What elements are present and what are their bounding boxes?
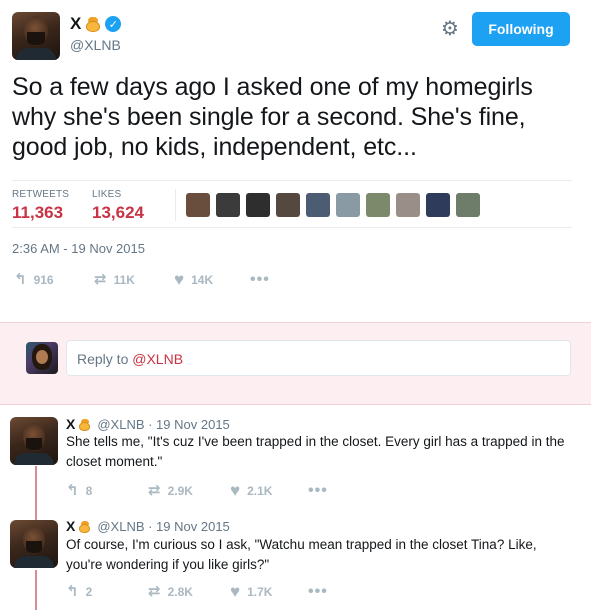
- tweet-stats: RETWEETS 11,363 LIKES 13,624: [12, 180, 572, 228]
- reply-composer: Reply to @XLNB: [0, 322, 591, 405]
- retweet-count: 11K: [113, 273, 135, 287]
- reply-icon: ↰: [14, 271, 27, 288]
- reply-meta[interactable]: @XLNB · 19 Nov 2015: [97, 417, 229, 432]
- author-avatar[interactable]: [12, 12, 60, 60]
- verified-badge-icon: ✓: [105, 16, 122, 32]
- likes-label: LIKES: [92, 189, 122, 200]
- tweet-timestamp[interactable]: 2:36 AM - 19 Nov 2015: [12, 241, 145, 256]
- reply-icon: ↰: [66, 482, 79, 499]
- like-count: 2.1K: [247, 484, 273, 498]
- liker-avatar[interactable]: [306, 193, 330, 217]
- reply-author-avatar[interactable]: [10, 417, 58, 465]
- more-icon: •••: [250, 271, 270, 288]
- like-action[interactable]: ♥ 2.1K: [230, 481, 273, 500]
- liker-avatar[interactable]: [246, 193, 270, 217]
- reply-input[interactable]: Reply to @XLNB: [66, 340, 571, 376]
- author-name-line: X ✓: [70, 14, 122, 34]
- more-icon: •••: [308, 583, 328, 600]
- heart-icon: ♥: [174, 270, 185, 289]
- liker-avatar[interactable]: [366, 193, 390, 217]
- current-user-avatar: [26, 342, 58, 374]
- reply-author-name[interactable]: X: [66, 416, 75, 432]
- gear-icon[interactable]: ⚙: [441, 19, 459, 39]
- reply-header: X @XLNB · 19 Nov 2015: [66, 416, 230, 432]
- retweet-icon: ⇄: [148, 482, 161, 499]
- more-action[interactable]: •••: [308, 584, 328, 600]
- honey-pot-emoji-icon: [78, 520, 91, 533]
- retweet-icon: ⇄: [148, 583, 161, 600]
- reply-header: X @XLNB · 19 Nov 2015: [66, 518, 230, 534]
- main-retweet-action[interactable]: ⇄ 11K: [94, 272, 135, 288]
- liker-avatars: [186, 193, 480, 217]
- retweet-action[interactable]: ⇄ 2.8K: [148, 584, 193, 600]
- retweet-icon: ⇄: [94, 271, 107, 288]
- retweet-count: 2.9K: [167, 484, 193, 498]
- retweets-stat[interactable]: RETWEETS 11,363: [12, 189, 69, 223]
- main-more-action[interactable]: •••: [250, 272, 270, 288]
- reply-mention: @XLNB: [132, 351, 184, 367]
- liker-avatar[interactable]: [186, 193, 210, 217]
- reply-text: She tells me, "It's cuz I've been trappe…: [66, 434, 565, 469]
- retweets-label: RETWEETS: [12, 189, 70, 200]
- liker-avatar[interactable]: [216, 193, 240, 217]
- tweet-text: So a few days ago I asked one of my home…: [12, 73, 533, 161]
- retweet-count: 2.8K: [167, 585, 193, 599]
- like-count: 14K: [191, 273, 214, 287]
- like-count: 1.7K: [247, 585, 273, 599]
- retweets-count: 11,363: [12, 203, 64, 222]
- reply-author-avatar[interactable]: [10, 520, 58, 568]
- likes-count: 13,624: [92, 203, 144, 222]
- reply-icon: ↰: [66, 583, 79, 600]
- likes-stat[interactable]: LIKES 13,624: [92, 189, 144, 223]
- reply-tweet[interactable]: X @XLNB · 19 Nov 2015 She tells me, "It'…: [0, 405, 591, 508]
- reply-author-name[interactable]: X: [66, 518, 75, 534]
- reply-count: 8: [85, 484, 93, 498]
- more-icon: •••: [308, 482, 328, 499]
- like-action[interactable]: ♥ 1.7K: [230, 582, 273, 601]
- reply-count: 916: [33, 273, 54, 287]
- main-like-action[interactable]: ♥ 14K: [174, 270, 214, 289]
- author-handle[interactable]: @XLNB: [70, 37, 121, 53]
- reply-meta[interactable]: @XLNB · 19 Nov 2015: [97, 519, 229, 534]
- liker-avatar[interactable]: [276, 193, 300, 217]
- liker-avatar[interactable]: [426, 193, 450, 217]
- heart-icon: ♥: [230, 481, 241, 500]
- reply-text: Of course, I'm curious so I ask, "Watchu…: [66, 537, 537, 572]
- honey-pot-emoji-icon: [78, 418, 91, 431]
- heart-icon: ♥: [230, 582, 241, 601]
- stats-divider: [175, 189, 176, 221]
- following-button[interactable]: Following: [472, 12, 570, 46]
- reply-action[interactable]: ↰ 8: [66, 483, 92, 499]
- reply-count: 2: [85, 585, 93, 599]
- liker-avatar[interactable]: [396, 193, 420, 217]
- liker-avatar[interactable]: [456, 193, 480, 217]
- author-name[interactable]: X: [70, 14, 81, 34]
- more-action[interactable]: •••: [308, 483, 328, 499]
- reply-action[interactable]: ↰ 2: [66, 584, 92, 600]
- main-reply-action[interactable]: ↰ 916: [14, 272, 54, 288]
- liker-avatar[interactable]: [336, 193, 360, 217]
- reply-tweet[interactable]: X @XLNB · 19 Nov 2015 Of course, I'm cur…: [0, 510, 591, 610]
- retweet-action[interactable]: ⇄ 2.9K: [148, 483, 193, 499]
- honey-pot-emoji-icon: [85, 16, 101, 32]
- main-tweet: X ✓ @XLNB ⚙ Following So a few days ago …: [0, 0, 591, 322]
- reply-placeholder-prefix: Reply to: [77, 351, 133, 367]
